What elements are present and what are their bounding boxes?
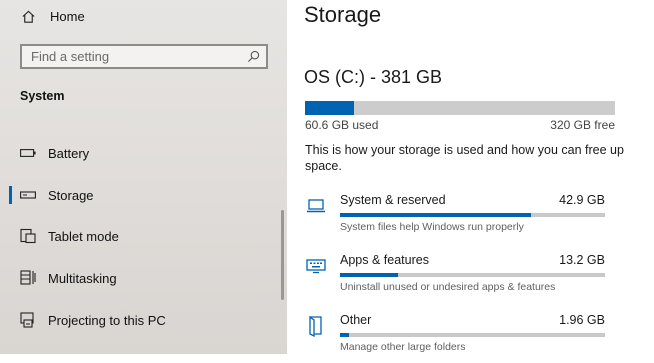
sidebar-item-label: Storage [48,187,94,203]
sidebar-item-label: Battery [48,145,90,161]
category-name: Apps & features [340,253,429,267]
storage-description: This is how your storage is used and how… [305,143,624,173]
search-icon[interactable] [246,50,260,64]
settings-sidebar: Home Find a setting System Battery Stora… [0,0,287,354]
category-size: 13.2 GB [559,253,605,267]
category-bar [340,333,605,337]
category-hint: Manage other large folders [340,341,466,353]
search-placeholder: Find a setting [31,49,110,64]
home-icon [20,8,36,24]
category-system-reserved[interactable]: System & reserved 42.9 GB System files h… [305,193,615,243]
sidebar-item-label: Multitasking [48,270,117,286]
category-bar-fill [340,333,350,337]
battery-icon [20,145,36,161]
used-space-label: 60.6 GB used [305,118,379,132]
category-bar [340,213,605,217]
drive-title: OS (C:) - 381 GB [304,67,443,87]
home-label: Home [50,8,85,24]
selected-indicator [9,186,12,204]
sidebar-item-label: Projecting to this PC [48,312,166,328]
apps-keyboard-icon [305,255,327,277]
section-title-system: System [20,89,65,103]
sidebar-scrollbar[interactable] [281,210,284,300]
category-hint: System files help Windows run properly [340,221,524,233]
tablet-mode-icon [20,228,36,244]
multitasking-icon [20,270,36,286]
category-apps-features[interactable]: Apps & features 13.2 GB Uninstall unused… [305,253,615,303]
category-bar-fill [340,213,531,217]
category-name: Other [340,313,372,327]
sidebar-item-projecting[interactable]: Projecting to this PC [0,309,280,331]
sidebar-item-storage[interactable]: Storage [0,184,280,206]
category-bar-fill [340,273,399,277]
sidebar-item-battery[interactable]: Battery [0,142,280,164]
category-other[interactable]: Other 1.96 GB Manage other large folders [305,313,615,363]
projecting-icon [20,312,36,328]
free-space-label: 320 GB free [550,118,615,132]
category-size: 1.96 GB [559,313,605,327]
sidebar-item-label: Tablet mode [48,228,119,244]
drive-icon [20,187,36,203]
category-hint: Uninstall unused or undesired apps & fea… [340,281,556,293]
search-input[interactable]: Find a setting [20,44,268,69]
drive-usage-bar [305,101,615,115]
page-title: Storage [304,2,382,27]
sidebar-item-multitasking[interactable]: Multitasking [0,267,280,289]
home-nav-item[interactable]: Home [20,6,85,26]
category-name: System & reserved [340,193,446,207]
category-size: 42.9 GB [559,193,605,207]
category-bar [340,273,605,277]
laptop-icon [305,195,327,217]
drive-usage-fill [305,101,355,115]
sidebar-item-tablet-mode[interactable]: Tablet mode [0,225,280,247]
folder-icon [305,315,327,337]
